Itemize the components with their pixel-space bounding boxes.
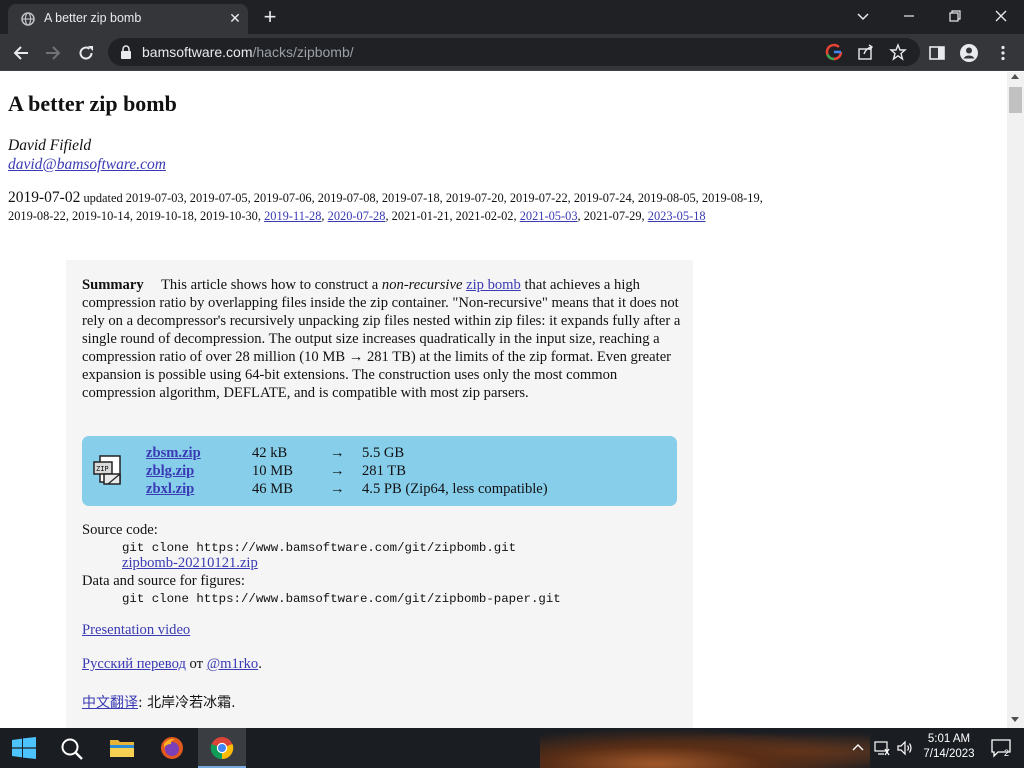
share-icon[interactable] xyxy=(857,43,875,61)
update-link[interactable]: 2020-07-28 xyxy=(328,209,386,223)
chrome-icon xyxy=(210,737,234,760)
git-clone-paper-command: git clone https://www.bamsoftware.com/gi… xyxy=(122,592,561,606)
browser-toolbar: bamsoftware.com/hacks/zipbomb/ xyxy=(0,34,1024,71)
downloads-box: ZIP zbsm.zip 42 kB → 5.5 GB zblg.zip 10 … xyxy=(82,436,677,506)
file-explorer-button[interactable] xyxy=(98,728,146,768)
close-window-icon[interactable] xyxy=(991,6,1011,26)
arrow-glyph: → xyxy=(330,463,345,479)
network-icon[interactable] xyxy=(874,740,890,756)
author-name: David Fifield xyxy=(8,137,92,154)
chrome-button[interactable] xyxy=(198,728,246,768)
download-size: 46 MB xyxy=(252,481,293,497)
updated-dates: 2021-07-29, xyxy=(583,209,645,223)
svg-text:ZIP: ZIP xyxy=(96,465,109,473)
firefox-button[interactable] xyxy=(148,728,196,768)
windows-taskbar: 5:01 AM 7/14/2023 2 xyxy=(0,728,1024,768)
update-link[interactable]: 2021-05-03 xyxy=(520,209,578,223)
translator-link[interactable]: @m1rko xyxy=(207,656,259,672)
zip-file-icon: ZIP xyxy=(93,455,121,485)
wallpaper-peek xyxy=(540,728,870,768)
expanded-size: 281 TB xyxy=(362,463,406,479)
author-email-link[interactable]: david@bamsoftware.com xyxy=(8,156,166,174)
scroll-up-arrow-icon[interactable] xyxy=(1011,74,1019,79)
presentation-video-paragraph: Presentation video xyxy=(82,622,190,639)
url-path: /hacks/zipbomb/ xyxy=(252,44,354,60)
updated-label: updated xyxy=(83,191,123,205)
date-history: 2019-07-02 updated 2019-07-03, 2019-07-0… xyxy=(8,189,763,223)
update-link[interactable]: 2023-05-18 xyxy=(648,209,706,223)
tab-title: A better zip bomb xyxy=(44,11,142,25)
web-page: A better zip bomb David Fifield david@ba… xyxy=(0,72,1007,728)
expanded-size: 5.5 GB xyxy=(362,445,405,461)
search-button[interactable] xyxy=(48,728,96,768)
russian-translation-link[interactable]: Русский перевод xyxy=(82,656,186,672)
profile-avatar-icon[interactable] xyxy=(959,43,979,63)
url-host: bamsoftware.com xyxy=(142,44,253,60)
url-text[interactable]: bamsoftware.com/hacks/zipbomb/ xyxy=(142,44,354,60)
vertical-scrollbar[interactable] xyxy=(1007,72,1024,728)
chinese-translation-link[interactable]: 中文翻译 xyxy=(82,695,138,711)
summary-emphasis: non-recursive xyxy=(381,277,463,293)
start-button[interactable] xyxy=(0,728,48,768)
download-size: 42 kB xyxy=(252,445,288,461)
more-menu-icon[interactable] xyxy=(993,43,1013,63)
arrow-glyph: → xyxy=(330,445,345,461)
minimize-icon[interactable] xyxy=(899,6,919,26)
new-tab-button[interactable]: + xyxy=(258,6,282,28)
summary-sentence: This article shows how to construct a xyxy=(161,277,379,293)
download-size: 10 MB xyxy=(252,463,293,479)
show-hidden-icons-chevron-icon[interactable] xyxy=(850,740,866,756)
notification-count-badge: 2 xyxy=(1004,748,1010,758)
summary-heading: Summary xyxy=(82,277,144,293)
firefox-icon xyxy=(161,737,183,759)
arrow-glyph: → xyxy=(330,481,345,497)
tab-close-icon[interactable]: ✕ xyxy=(226,9,244,27)
zip-bomb-link[interactable]: zip bomb xyxy=(466,277,521,293)
russian-translation-paragraph: Русский перевод от @m1rko. xyxy=(82,656,262,673)
update-link[interactable]: 2019-11-28 xyxy=(264,209,321,223)
updated-dates: 2021-01-21, 2021-02-02, xyxy=(391,209,517,223)
tab-search-chevron-icon[interactable] xyxy=(853,6,873,26)
summary-sentence: that achieves a high compression ratio b… xyxy=(82,277,681,401)
clock-date: 7/14/2023 xyxy=(923,748,975,760)
chinese-translator: : 北岸冷若冰霜. xyxy=(138,695,236,711)
download-link[interactable]: zblg.zip xyxy=(146,463,194,480)
download-link[interactable]: zbxl.zip xyxy=(146,481,194,498)
scroll-down-arrow-icon[interactable] xyxy=(1011,717,1019,722)
figures-label: Data and source for figures: xyxy=(82,573,245,589)
source-code-label: Source code: xyxy=(82,522,158,538)
windows-logo-icon xyxy=(12,737,36,759)
globe-icon xyxy=(21,12,35,26)
scroll-thumb[interactable] xyxy=(1009,87,1022,113)
presentation-video-link[interactable]: Presentation video xyxy=(82,622,190,638)
chinese-translation-paragraph: 中文翻译: 北岸冷若冰霜. xyxy=(82,692,236,712)
period: . xyxy=(258,656,262,672)
folder-icon xyxy=(110,740,134,757)
published-date: 2019-07-02 xyxy=(8,189,81,206)
summary-text: Summary This article shows how to constr… xyxy=(82,276,682,402)
system-clock[interactable]: 5:01 AM 7/14/2023 xyxy=(918,732,980,762)
address-bar[interactable]: bamsoftware.com/hacks/zipbomb/ xyxy=(108,38,920,66)
forward-icon[interactable] xyxy=(43,43,63,63)
reload-icon[interactable] xyxy=(76,43,96,63)
side-panel-icon[interactable] xyxy=(927,43,947,63)
download-link[interactable]: zbsm.zip xyxy=(146,445,201,462)
google-lens-icon[interactable] xyxy=(825,43,843,61)
search-icon xyxy=(61,738,83,760)
git-clone-command: git clone https://www.bamsoftware.com/gi… xyxy=(122,541,517,555)
bookmark-star-icon[interactable] xyxy=(889,43,907,61)
volume-icon[interactable] xyxy=(897,740,913,756)
page-title: A better zip bomb xyxy=(8,91,177,116)
clock-time: 5:01 AM xyxy=(927,733,971,745)
tab-strip: A better zip bomb ✕ + xyxy=(0,0,1024,34)
back-icon[interactable] xyxy=(11,43,31,63)
translation-from: от xyxy=(189,656,204,672)
source-archive-link[interactable]: zipbomb-20210121.zip xyxy=(122,555,258,572)
expanded-size: 4.5 PB (Zip64, less compatible) xyxy=(362,481,548,497)
lock-icon[interactable] xyxy=(120,45,132,59)
tab-active[interactable]: A better zip bomb ✕ xyxy=(8,4,248,34)
restore-icon[interactable] xyxy=(945,6,965,26)
